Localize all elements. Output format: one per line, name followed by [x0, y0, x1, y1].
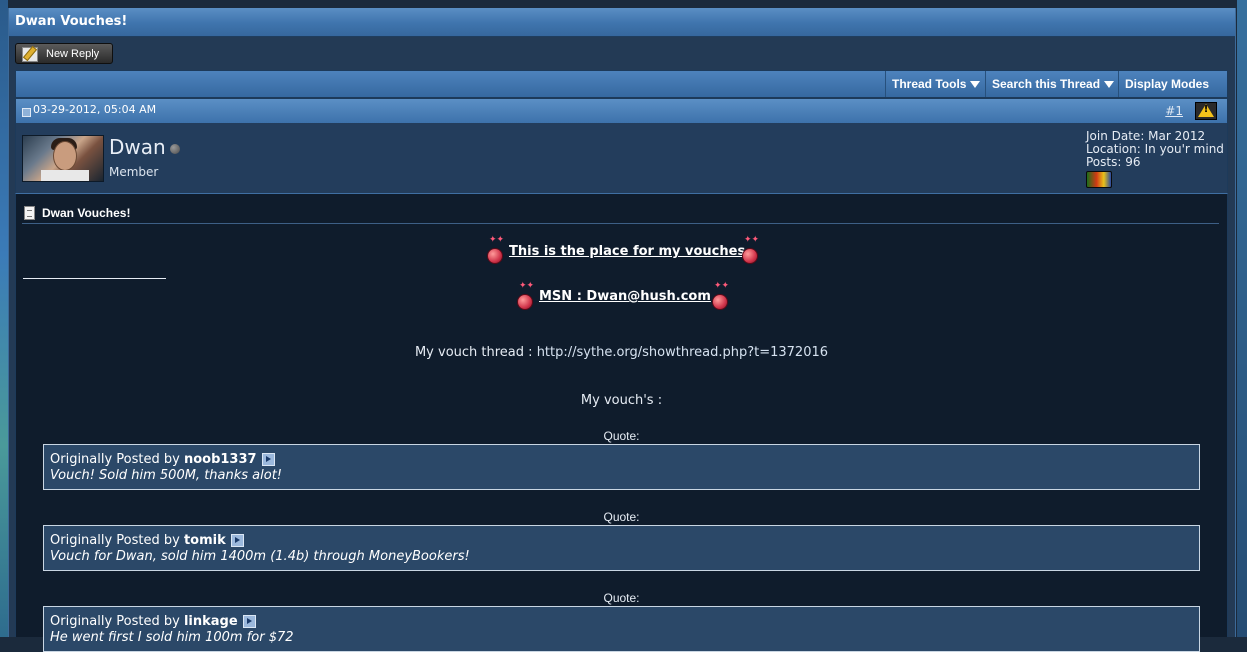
msn-contact[interactable]: MSN : Dwan@hush.com — [539, 289, 711, 304]
post-header: 03-29-2012, 05:04 AM #1 — [15, 98, 1228, 124]
quote-label: Quote: — [603, 429, 640, 443]
quote-text: Vouch for Dwan, sold him 1400m (1.4b) th… — [50, 549, 470, 564]
vouchs-label: My vouch's : — [580, 393, 663, 408]
view-post-icon[interactable] — [261, 453, 275, 466]
thread-tools-menu[interactable]: Thread Tools — [885, 71, 986, 97]
dropdown-arrow-icon — [970, 81, 981, 89]
user-stats: Join Date: Mar 2012 Location: In you'r m… — [1086, 130, 1224, 169]
document-icon — [24, 206, 35, 220]
bomb-smiley-icon: ✦✦ — [741, 236, 759, 264]
quote-label: Quote: — [603, 510, 640, 524]
post-content: Dwan Vouches! ✦✦ This is the place for m… — [15, 194, 1228, 652]
post-date: 03-29-2012, 05:04 AM — [33, 103, 157, 116]
quote-text: Vouch! Sold him 500M, thanks alot! — [50, 468, 283, 483]
thread-container: Dwan Vouches! New Reply Thread Tools Sea… — [8, 8, 1236, 652]
quote-prefix: Originally Posted by — [50, 533, 184, 548]
post-number-link[interactable]: #1 — [1165, 99, 1183, 123]
bomb-smiley-icon: ✦✦ — [486, 236, 504, 264]
thread-toolbar: Thread Tools Search this Thread Display … — [15, 70, 1228, 115]
thread-tools-label: Thread Tools — [892, 77, 967, 91]
bomb-smiley-icon: ✦✦ — [516, 282, 534, 310]
quote-author: linkage — [183, 614, 238, 629]
post-title: Dwan Vouches! — [42, 206, 131, 220]
vouch-thread-link[interactable]: http://sythe.org/showthread.php?t=137201… — [537, 345, 828, 360]
offline-status-icon — [170, 144, 180, 154]
avatar-shirt — [41, 170, 89, 181]
quote-attribution: Originally Posted by linkage — [50, 614, 256, 629]
quote-box: Originally Posted by tomik Vouch for Dwa… — [43, 525, 1200, 571]
quote-prefix: Originally Posted by — [50, 452, 184, 467]
divider — [23, 278, 166, 279]
user-title: Member — [109, 165, 159, 179]
thread-title: Dwan Vouches! — [9, 8, 1235, 37]
quote-text: He went first I sold him 100m for $72 — [50, 630, 294, 645]
pencil-icon — [22, 47, 38, 62]
vouch-thread-line: My vouch thread : http://sythe.org/showt… — [16, 345, 1227, 360]
desktop-background-right — [1237, 0, 1247, 637]
bomb-smiley-icon: ✦✦ — [711, 282, 729, 310]
search-thread-menu[interactable]: Search this Thread — [985, 71, 1120, 97]
vouches-heading[interactable]: This is the place for my vouches — [509, 244, 745, 259]
avatar-face — [53, 141, 77, 171]
new-reply-button[interactable]: New Reply — [15, 43, 113, 64]
quote-attribution: Originally Posted by tomik — [50, 533, 244, 548]
quote-label: Quote: — [603, 591, 640, 605]
avatar[interactable] — [22, 135, 104, 182]
post-count: Posts: 96 — [1086, 155, 1141, 169]
quote-box: Originally Posted by noob1337 Vouch! Sol… — [43, 444, 1200, 490]
post-title-row: Dwan Vouches! — [22, 200, 1219, 224]
post-status-icon — [22, 108, 31, 117]
report-post-icon[interactable] — [1195, 102, 1217, 120]
vouch-thread-label: My vouch thread : — [414, 345, 537, 360]
quote-author: noob1337 — [183, 452, 257, 467]
search-thread-label: Search this Thread — [992, 77, 1101, 91]
desktop-background-left — [0, 0, 8, 637]
display-modes-label: Display Modes — [1125, 77, 1210, 91]
quote-author: tomik — [183, 533, 226, 548]
quote-attribution: Originally Posted by noob1337 — [50, 452, 275, 467]
user-info-bar: Dwan Member Join Date: Mar 2012 Location… — [15, 123, 1228, 194]
username-link[interactable]: Dwan — [109, 135, 166, 159]
dropdown-arrow-icon — [1104, 81, 1115, 89]
quote-box: Originally Posted by linkage He went fir… — [43, 606, 1200, 652]
new-reply-label: New Reply — [46, 48, 100, 60]
view-post-icon[interactable] — [242, 615, 256, 628]
quote-prefix: Originally Posted by — [50, 614, 184, 629]
view-post-icon[interactable] — [230, 534, 244, 547]
reputation-icon[interactable] — [1086, 171, 1112, 188]
display-modes-menu[interactable]: Display Modes — [1118, 71, 1227, 115]
